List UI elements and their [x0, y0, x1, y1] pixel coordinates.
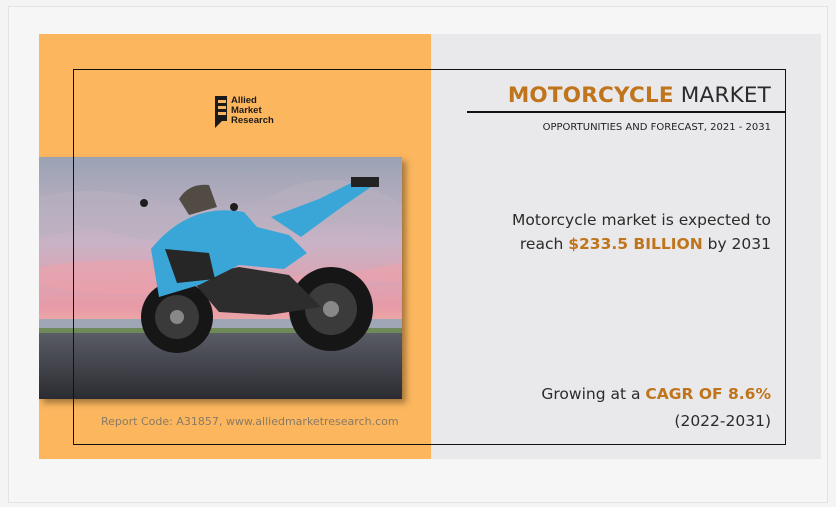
title-highlight: MOTORCYCLE [507, 83, 674, 108]
page-frame: Allied Market Research Report Code: A318… [8, 6, 828, 503]
title-divider [467, 111, 786, 113]
market-size-stat: Motorcycle market is expected to reach $… [512, 208, 771, 256]
cagr-prefix: Growing at a [541, 385, 646, 403]
infographic-card: Allied Market Research Report Code: A318… [39, 34, 821, 459]
market-size-line-2: reach $233.5 BILLION by 2031 [512, 232, 771, 256]
market-size-suffix: by 2031 [702, 235, 771, 253]
market-size-line-1: Motorcycle market is expected to [512, 211, 771, 229]
cagr-value: CAGR OF 8.6% [645, 385, 771, 403]
title-rest: MARKET [673, 83, 771, 108]
report-code: Report Code: A31857, www.alliedmarketres… [101, 415, 399, 428]
page-subtitle: OPPORTUNITIES AND FORECAST, 2021 - 2031 [542, 122, 771, 133]
cagr-line-1: Growing at a CAGR OF 8.6% [541, 381, 771, 408]
cagr-period: (2022-2031) [674, 412, 771, 430]
market-size-prefix: reach [519, 235, 569, 253]
cagr-stat: Growing at a CAGR OF 8.6% (2022-2031) [541, 381, 771, 435]
market-size-value: $233.5 BILLION [568, 235, 703, 253]
page-title: MOTORCYCLE MARKET [508, 83, 771, 108]
